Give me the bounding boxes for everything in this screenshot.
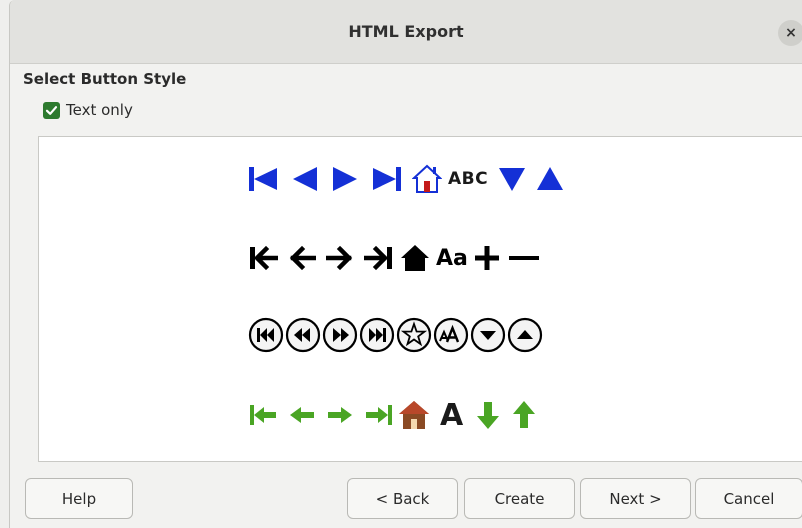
text-only-option[interactable]: Text only bbox=[43, 101, 133, 119]
home-icon bbox=[412, 164, 442, 194]
first-page-icon bbox=[248, 165, 278, 193]
next-page-icon bbox=[332, 165, 358, 193]
text-style-label: Aa bbox=[436, 245, 468, 271]
up-triangle-icon bbox=[536, 165, 564, 193]
style-row-green[interactable]: A bbox=[248, 395, 537, 435]
round-last-icon bbox=[359, 317, 395, 353]
round-star-icon bbox=[396, 317, 432, 353]
title-bar[interactable]: HTML Export × bbox=[10, 0, 802, 64]
green-up-icon bbox=[511, 400, 537, 430]
green-down-icon bbox=[475, 400, 501, 430]
checkmark-icon bbox=[45, 105, 58, 115]
home-icon bbox=[400, 244, 430, 272]
create-button[interactable]: Create bbox=[464, 478, 575, 519]
text-style-label: ABC bbox=[448, 169, 489, 189]
button-style-preview[interactable]: ABC Aa A bbox=[38, 136, 802, 462]
brown-home-icon bbox=[398, 399, 430, 431]
minus-icon bbox=[508, 245, 540, 271]
close-icon: × bbox=[785, 25, 797, 41]
last-arrow-icon bbox=[364, 244, 394, 272]
back-button[interactable]: < Back bbox=[347, 478, 458, 519]
dialog-title: HTML Export bbox=[348, 22, 464, 41]
cancel-button[interactable]: Cancel bbox=[695, 478, 802, 519]
green-right-icon bbox=[326, 401, 354, 429]
help-button[interactable]: Help bbox=[25, 478, 133, 519]
next-button[interactable]: Next > bbox=[580, 478, 691, 519]
first-arrow-icon bbox=[248, 244, 278, 272]
right-arrow-icon bbox=[326, 244, 354, 272]
round-font-size-icon bbox=[433, 317, 469, 353]
style-row-blue[interactable]: ABC bbox=[248, 159, 564, 199]
last-page-icon bbox=[372, 165, 402, 193]
style-row-black[interactable]: Aa bbox=[248, 238, 540, 278]
left-arrow-icon bbox=[288, 244, 316, 272]
round-first-icon bbox=[248, 317, 284, 353]
text-only-checkbox[interactable] bbox=[43, 101, 60, 119]
style-row-round[interactable] bbox=[248, 315, 543, 355]
text-style-label: A bbox=[440, 397, 464, 433]
html-export-dialog: HTML Export × Select Button Style Text o… bbox=[9, 0, 802, 528]
round-forward-icon bbox=[322, 317, 358, 353]
close-button[interactable]: × bbox=[778, 20, 802, 46]
green-last-icon bbox=[364, 401, 394, 429]
section-title: Select Button Style bbox=[23, 70, 187, 88]
plus-icon bbox=[474, 245, 500, 271]
round-down-icon bbox=[470, 317, 506, 353]
previous-page-icon bbox=[292, 165, 318, 193]
down-triangle-icon bbox=[498, 165, 526, 193]
round-up-icon bbox=[507, 317, 543, 353]
round-rewind-icon bbox=[285, 317, 321, 353]
green-first-icon bbox=[248, 401, 278, 429]
green-left-icon bbox=[288, 401, 316, 429]
text-only-label: Text only bbox=[66, 101, 133, 119]
